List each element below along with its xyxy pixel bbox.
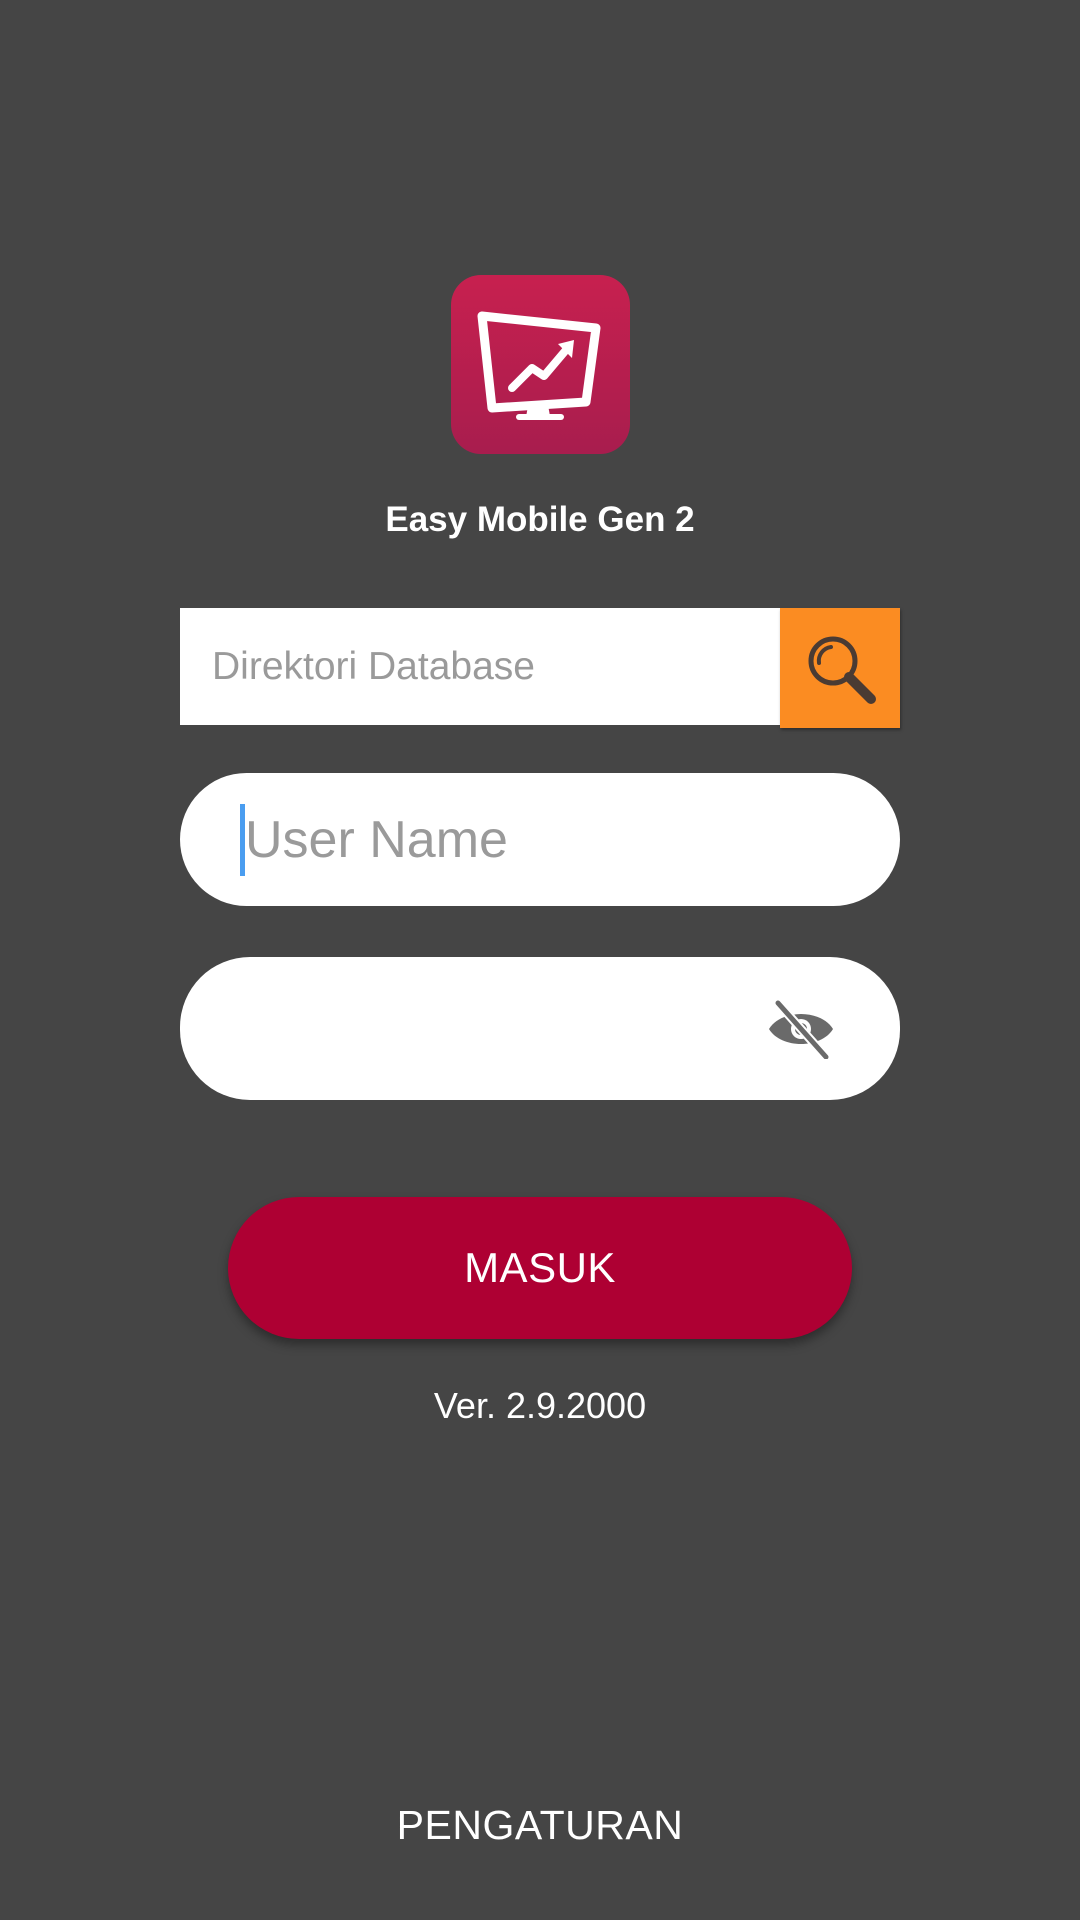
app-title: Easy Mobile Gen 2 [385, 500, 695, 539]
eye-off-icon [769, 1000, 833, 1059]
username-field[interactable] [180, 773, 900, 906]
search-icon [808, 636, 876, 704]
password-visibility-toggle[interactable] [765, 998, 837, 1060]
version-label: Ver. 2.9.2000 [433, 1385, 647, 1426]
password-input[interactable] [240, 1001, 720, 1056]
settings-button[interactable]: PENGATURAN [340, 1795, 740, 1855]
database-search-button[interactable] [780, 608, 900, 728]
database-directory-input[interactable] [210, 643, 780, 690]
app-logo [451, 275, 630, 454]
login-button[interactable]: MASUK [228, 1197, 852, 1339]
database-directory-field[interactable] [180, 608, 780, 725]
monitor-chart-icon [477, 311, 600, 420]
username-input[interactable] [245, 809, 805, 870]
